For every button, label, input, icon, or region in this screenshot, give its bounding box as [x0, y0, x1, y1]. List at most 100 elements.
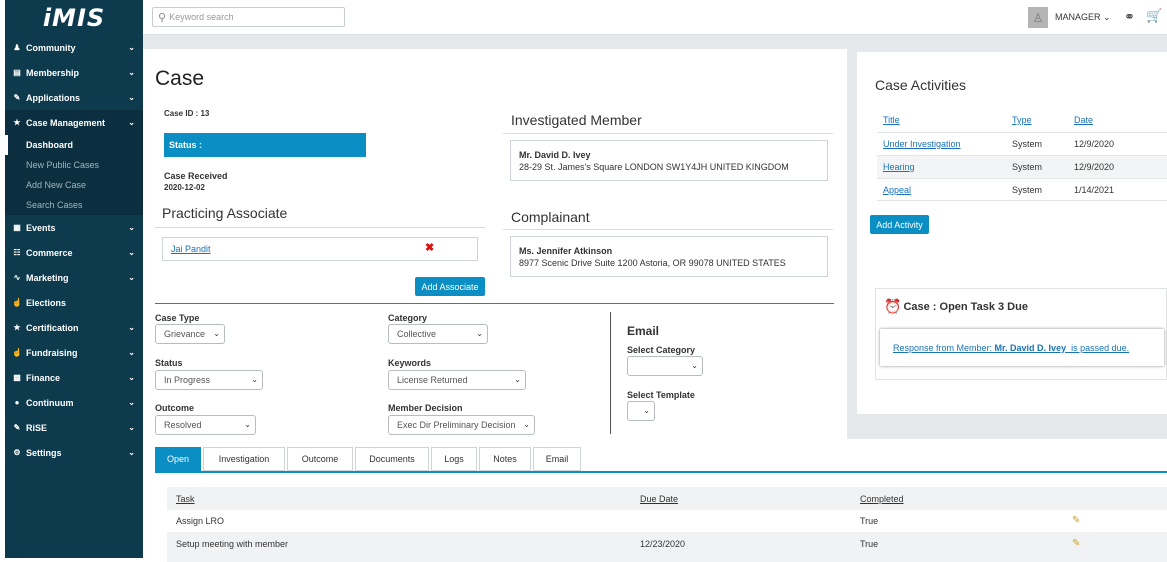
email-template-select[interactable]: ⌄ [627, 401, 655, 421]
avatar[interactable]: ♙ [1028, 7, 1048, 28]
keywords-label: Keywords [388, 358, 432, 368]
chevron-down-icon: ⌄ [128, 348, 135, 357]
activity-title[interactable]: Appeal [883, 185, 911, 195]
nav-label: Marketing [26, 272, 69, 283]
imis-logo[interactable]: iMIS [5, 0, 143, 35]
case-type-select[interactable]: Grievance ⌄ [155, 324, 225, 344]
sidebar-item-marketing[interactable]: ∿ Marketing ⌄ [5, 265, 143, 290]
nav-label: Certification [26, 322, 79, 333]
nav-label: Settings [26, 447, 62, 458]
table-row: Assign LRO True ✎ [167, 510, 1167, 532]
chevron-down-icon: ⌄ [514, 375, 521, 384]
divider [503, 229, 833, 230]
col-due-date[interactable]: Due Date [640, 494, 678, 504]
cart-icon[interactable]: 🛒 [1146, 8, 1162, 24]
tab-outcome[interactable]: Outcome [287, 447, 353, 471]
tab-open[interactable]: Open [155, 447, 201, 471]
outcome-value: Resolved [164, 420, 202, 430]
sidebar-item-community[interactable]: ♟ Community ⌄ [5, 35, 143, 60]
keywords-select[interactable]: License Returned ⌄ [388, 370, 526, 390]
tab-documents[interactable]: Documents [355, 447, 429, 471]
tab-logs[interactable]: Logs [431, 447, 477, 471]
sidebar-item-elections[interactable]: ☝ Elections [5, 290, 143, 315]
tab-email[interactable]: Email [533, 447, 581, 471]
status-select[interactable]: In Progress ⌄ [155, 370, 263, 390]
nav-label: Elections [26, 297, 67, 308]
email-category-select[interactable]: ⌄ [627, 356, 703, 376]
activity-title[interactable]: Hearing [883, 162, 915, 172]
sidebar-item-rise[interactable]: ✎ RiSE ⌄ [5, 415, 143, 440]
search-placeholder: Keyword search [169, 12, 234, 22]
subnav-new-public-cases[interactable]: New Public Cases [5, 155, 143, 175]
table-header-row: Title Type Date [877, 109, 1167, 132]
alarm-clock-icon: ⏰ [884, 298, 902, 314]
sidebar-item-events[interactable]: ▦ Events ⌄ [5, 215, 143, 240]
search-input[interactable]: ⚲ Keyword search [152, 7, 345, 27]
add-activity-button[interactable]: Add Activity [870, 215, 929, 234]
category-value: Collective [397, 329, 437, 339]
nav-label: Events [26, 222, 56, 233]
open-task-title: Case : Open Task 3 Due [903, 300, 1028, 313]
nav-label: Continuum [26, 397, 74, 408]
tab-notes[interactable]: Notes [479, 447, 531, 471]
remove-icon[interactable]: ✖ [425, 241, 434, 254]
badge-icon: ★ [13, 118, 21, 127]
col-title[interactable]: Title [883, 115, 900, 125]
subnav-search-cases[interactable]: Search Cases [5, 195, 143, 215]
sidebar-item-continuum[interactable]: ● Continuum ⌄ [5, 390, 143, 415]
chevron-down-icon: ⌄ [128, 223, 135, 232]
table-row: Under Investigation System 12/9/2020 [877, 132, 1167, 155]
status-banner: Status : [164, 133, 366, 157]
associate-link[interactable]: Jai Pandit [171, 244, 211, 254]
sidebar-item-applications[interactable]: ✎ Applications ⌄ [5, 85, 143, 110]
case-received-label: Case Received [164, 171, 228, 181]
case-activities-heading: Case Activities [875, 77, 967, 93]
open-task-heading: ⏰ Case : Open Task 3 Due [884, 298, 1028, 315]
col-type[interactable]: Type [1012, 115, 1032, 125]
activity-date: 12/9/2020 [1074, 139, 1115, 149]
headset-icon[interactable]: ⚭ [1124, 9, 1135, 25]
subnav-dashboard[interactable]: Dashboard [5, 135, 143, 155]
sidebar-item-membership[interactable]: ▤ Membership ⌄ [5, 60, 143, 85]
sidebar-item-settings[interactable]: ⚙ Settings ⌄ [5, 440, 143, 465]
calendar-icon: ▦ [13, 223, 21, 232]
category-select[interactable]: Collective ⌄ [388, 324, 488, 344]
complainant-name: Ms. Jennifer Atkinson [519, 246, 613, 256]
open-task-card[interactable]: Response from Member: Mr. David D. Ivey … [880, 329, 1164, 366]
col-task[interactable]: Task [176, 494, 195, 504]
investigated-member-card: Mr. David D. Ivey 28-29 St. James's Squa… [510, 140, 828, 181]
add-associate-button[interactable]: Add Associate [415, 277, 485, 296]
nav-label: Commerce [26, 247, 73, 258]
keywords-value: License Returned [397, 375, 468, 385]
sidebar-item-case-management[interactable]: ★ Case Management ⌄ [5, 110, 143, 135]
sidebar-item-fundraising[interactable]: ☝ Fundraising ⌄ [5, 340, 143, 365]
col-date[interactable]: Date [1074, 115, 1093, 125]
chevron-down-icon: ⌄ [128, 273, 135, 282]
sidebar-item-certification[interactable]: ★ Certification ⌄ [5, 315, 143, 340]
edit-icon[interactable]: ✎ [1072, 515, 1080, 526]
sidebar-item-finance[interactable]: ▩ Finance ⌄ [5, 365, 143, 390]
outcome-select[interactable]: Resolved ⌄ [155, 415, 256, 435]
subnav-add-new-case[interactable]: Add New Case [5, 175, 143, 195]
user-name: MANAGER [1055, 12, 1101, 22]
sidebar-item-commerce[interactable]: ☷ Commerce ⌄ [5, 240, 143, 265]
complainant-card: Ms. Jennifer Atkinson 8977 Scenic Drive … [510, 236, 828, 277]
edit-icon[interactable]: ✎ [1072, 538, 1080, 549]
gear-icon: ⚙ [13, 448, 21, 457]
edit-icon: ✎ [13, 93, 21, 102]
user-menu[interactable]: MANAGER ⌄ [1055, 12, 1111, 23]
nav-label: RiSE [26, 422, 48, 433]
top-header: ⚲ Keyword search ♙ MANAGER ⌄ ⚭ 🛒 [143, 0, 1167, 35]
chevron-down-icon: ⌄ [691, 361, 698, 370]
col-completed[interactable]: Completed [860, 494, 904, 504]
edit-icon: ✎ [13, 423, 21, 432]
activity-title[interactable]: Under Investigation [883, 139, 961, 149]
ballot-icon: ☝ [12, 298, 22, 307]
search-icon: ⚲ [158, 11, 167, 24]
nav-label: Community [26, 42, 76, 53]
category-label: Category [388, 313, 428, 323]
open-task-link[interactable]: Response from Member: Mr. David D. Ivey … [893, 343, 1129, 353]
cart-icon: ☷ [13, 248, 21, 257]
member-decision-select[interactable]: Exec Dir Preliminary Decision ⌄ [388, 415, 535, 435]
tab-investigation[interactable]: Investigation [203, 447, 285, 471]
